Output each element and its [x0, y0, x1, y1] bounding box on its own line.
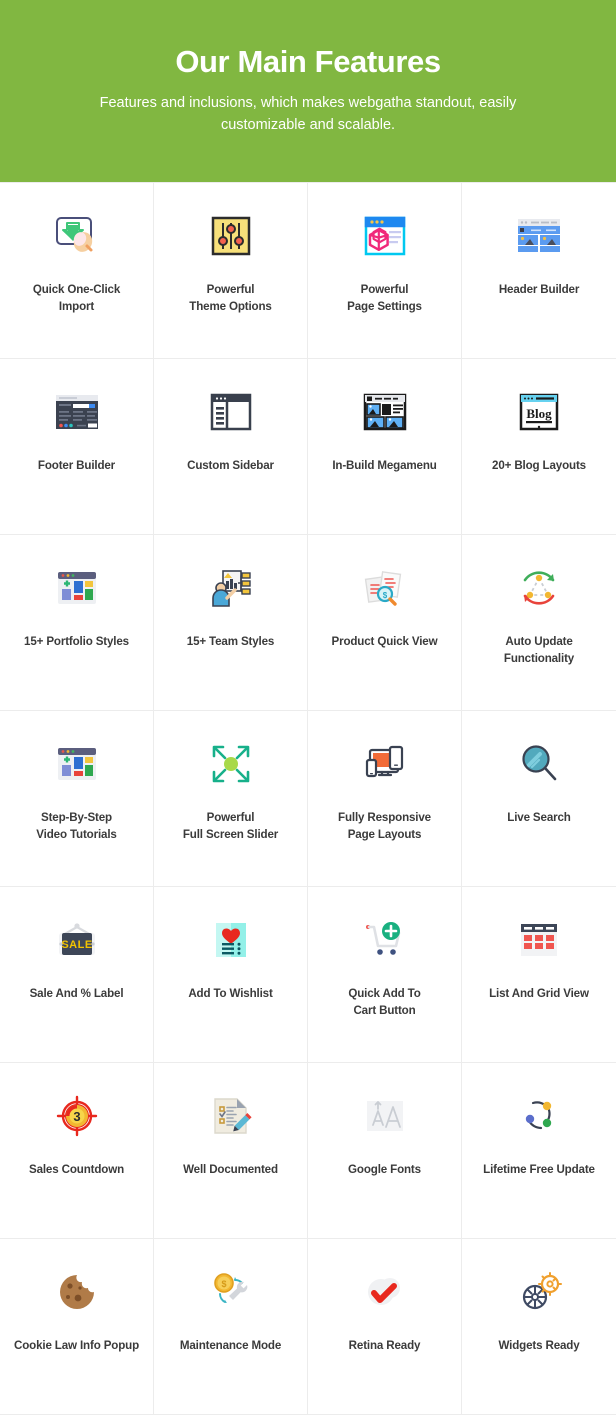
- feature-label: Cookie Law Info Popup: [13, 1339, 140, 1352]
- feature-label: Custom Sidebar: [187, 459, 274, 472]
- feature-card[interactable]: In-Build Megamenu: [308, 359, 462, 535]
- feature-card[interactable]: Google Fonts: [308, 1063, 462, 1239]
- feature-card[interactable]: Widgets Ready: [462, 1239, 616, 1415]
- auto-update-icon: [510, 559, 568, 617]
- feature-card[interactable]: Powerful Theme Options: [154, 183, 308, 359]
- retina-ready-check-icon: [356, 1263, 414, 1321]
- sale-label-icon: SALE: [48, 911, 106, 969]
- feature-card[interactable]: Step-By-Step Video Tutorials: [0, 711, 154, 887]
- feature-label: Lifetime Free Update: [483, 1163, 595, 1176]
- hero-banner: Our Main Features Features and inclusion…: [0, 0, 616, 182]
- feature-card[interactable]: Cookie Law Info Popup: [0, 1239, 154, 1415]
- feature-label: Maintenance Mode: [179, 1339, 282, 1352]
- feature-label: Sale And % Label: [29, 987, 124, 1000]
- feature-label: Fully Responsive Page Layouts: [338, 811, 431, 842]
- maintenance-mode-icon: $: [202, 1263, 260, 1321]
- list-grid-view-icon: [510, 911, 568, 969]
- portfolio-styles-icon: [48, 559, 106, 617]
- team-styles-icon: [202, 559, 260, 617]
- feature-label: Powerful Page Settings: [347, 283, 422, 314]
- feature-card[interactable]: Quick Add To Cart Button: [308, 887, 462, 1063]
- feature-card[interactable]: Add To Wishlist: [154, 887, 308, 1063]
- feature-label: Sales Countdown: [28, 1163, 124, 1176]
- feature-card[interactable]: Header Builder: [462, 183, 616, 359]
- google-fonts-icon: [356, 1087, 414, 1145]
- features-grid: Quick One-Click Import Powerful Theme Opt…: [0, 182, 616, 1415]
- add-to-cart-icon: [356, 911, 414, 969]
- feature-label: Powerful Theme Options: [189, 283, 272, 314]
- feature-label: 15+ Portfolio Styles: [24, 635, 129, 648]
- feature-label: 20+ Blog Layouts: [492, 459, 586, 472]
- feature-card[interactable]: Retina Ready: [308, 1239, 462, 1415]
- cookie-icon: [48, 1263, 106, 1321]
- feature-card[interactable]: Custom Sidebar: [154, 359, 308, 535]
- feature-label: 15+ Team Styles: [186, 635, 275, 648]
- feature-card[interactable]: $ Maintenance Mode: [154, 1239, 308, 1415]
- widgets-ready-gears-icon: [510, 1263, 568, 1321]
- lifetime-free-update-icon: [510, 1087, 568, 1145]
- feature-label: Product Quick View: [331, 635, 438, 648]
- feature-label: Add To Wishlist: [188, 987, 273, 1000]
- feature-card[interactable]: 15+ Team Styles: [154, 535, 308, 711]
- feature-card[interactable]: Live Search: [462, 711, 616, 887]
- feature-card[interactable]: Blog 20+ Blog Layouts: [462, 359, 616, 535]
- feature-label: Footer Builder: [37, 459, 116, 472]
- feature-card[interactable]: Fully Responsive Page Layouts: [308, 711, 462, 887]
- feature-label: Step-By-Step Video Tutorials: [36, 811, 117, 842]
- megamenu-icon: [356, 383, 414, 441]
- svg-text:$: $: [221, 1279, 226, 1289]
- well-documented-icon: [202, 1087, 260, 1145]
- svg-text:$: $: [382, 591, 387, 600]
- feature-card[interactable]: Powerful Full Screen Slider: [154, 711, 308, 887]
- live-search-magnifier-icon: [510, 735, 568, 793]
- feature-label: In-Build Megamenu: [332, 459, 437, 472]
- feature-label: List And Grid View: [489, 987, 589, 1000]
- feature-label: Widgets Ready: [498, 1339, 580, 1352]
- feature-label: Google Fonts: [348, 1163, 421, 1176]
- feature-label: Auto Update Functionality: [503, 635, 575, 666]
- footer-builder-icon: [48, 383, 106, 441]
- wishlist-heart-icon: [202, 911, 260, 969]
- feature-card[interactable]: SALE Sale And % Label: [0, 887, 154, 1063]
- video-tutorials-icon: [48, 735, 106, 793]
- feature-label: Quick Add To Cart Button: [348, 987, 421, 1018]
- feature-card[interactable]: Footer Builder: [0, 359, 154, 535]
- feature-card[interactable]: Powerful Page Settings: [308, 183, 462, 359]
- page-subtitle: Features and inclusions, which makes web…: [99, 94, 517, 134]
- feature-card[interactable]: Quick One-Click Import: [0, 183, 154, 359]
- blog-layouts-icon: Blog: [510, 383, 568, 441]
- feature-label: Powerful Full Screen Slider: [182, 811, 279, 842]
- svg-text:Blog: Blog: [526, 406, 552, 421]
- feature-card[interactable]: $ Product Quick View: [308, 535, 462, 711]
- feature-card[interactable]: Auto Update Functionality: [462, 535, 616, 711]
- svg-text:3: 3: [73, 1109, 80, 1124]
- responsive-layouts-icon: [356, 735, 414, 793]
- product-quick-view-icon: $: [356, 559, 414, 617]
- feature-label: Quick One-Click Import: [32, 283, 121, 314]
- feature-label: Retina Ready: [348, 1339, 421, 1352]
- header-builder-icon: [510, 207, 568, 265]
- feature-card[interactable]: Well Documented: [154, 1063, 308, 1239]
- page-title: Our Main Features: [175, 44, 441, 80]
- sales-countdown-icon: 3: [48, 1087, 106, 1145]
- full-screen-slider-icon: [202, 735, 260, 793]
- svg-text:SALE: SALE: [61, 939, 92, 951]
- feature-card[interactable]: 15+ Portfolio Styles: [0, 535, 154, 711]
- feature-label: Header Builder: [498, 283, 580, 296]
- page-settings-box-icon: [356, 207, 414, 265]
- feature-label: Live Search: [507, 811, 571, 824]
- one-click-import-icon: [48, 207, 106, 265]
- feature-card[interactable]: List And Grid View: [462, 887, 616, 1063]
- feature-label: Well Documented: [183, 1163, 278, 1176]
- feature-card[interactable]: Lifetime Free Update: [462, 1063, 616, 1239]
- custom-sidebar-icon: [202, 383, 260, 441]
- feature-card[interactable]: 3 Sales Countdown: [0, 1063, 154, 1239]
- theme-options-sliders-icon: [202, 207, 260, 265]
